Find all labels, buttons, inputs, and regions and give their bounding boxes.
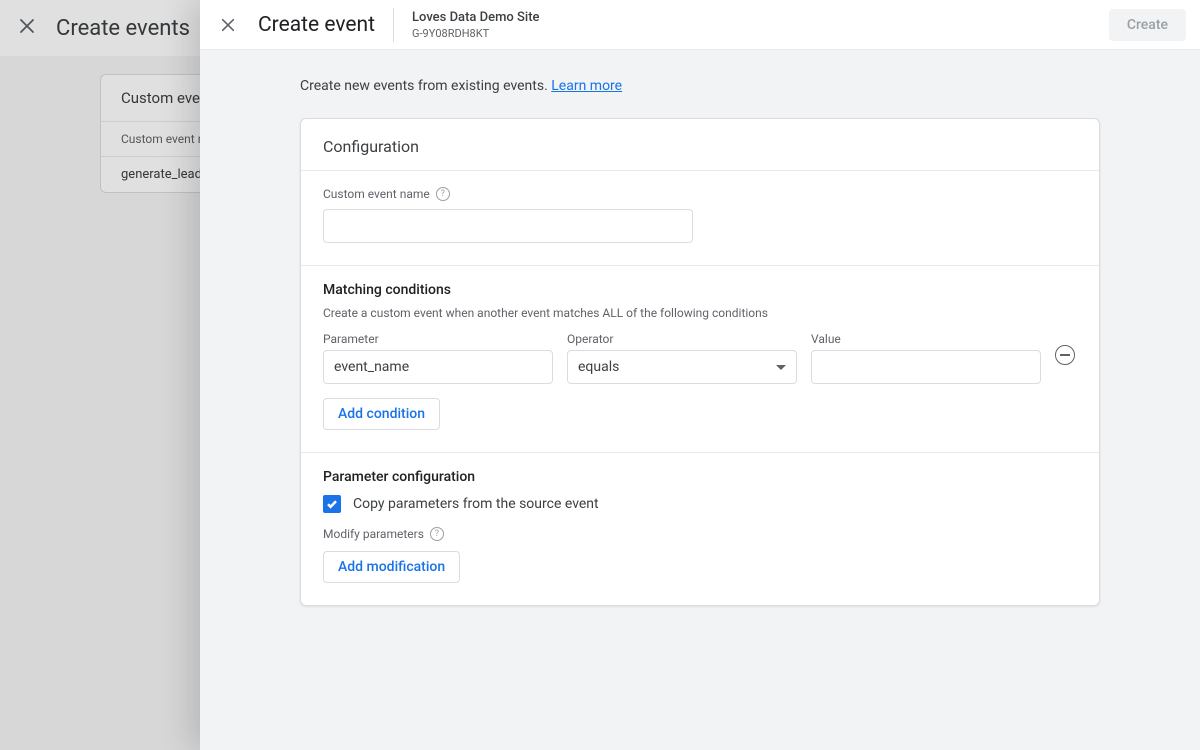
condition-row: Parameter event_name Operator equals <box>323 332 1077 384</box>
intro-plain: Create new events from existing events. <box>300 78 551 94</box>
intro-text: Create new events from existing events. … <box>300 78 1100 94</box>
modify-params-label: Modify parameters <box>323 527 424 541</box>
parameter-config-title: Parameter configuration <box>323 469 1077 485</box>
custom-event-name-label: Custom event name <box>323 187 430 201</box>
matching-conditions-section: Matching conditions Create a custom even… <box>301 266 1099 452</box>
add-modification-button[interactable]: Add modification <box>323 551 460 583</box>
create-event-panel: Create event Loves Data Demo Site G-9Y08… <box>200 0 1200 750</box>
parameter-col-label: Parameter <box>323 332 553 346</box>
modify-params-row: Modify parameters ? <box>323 527 1077 541</box>
configuration-heading: Configuration <box>301 119 1099 170</box>
parameter-input[interactable]: event_name <box>323 350 553 384</box>
configuration-card: Configuration Custom event name ? Matchi… <box>300 118 1100 606</box>
panel-title: Create event <box>258 13 393 37</box>
matching-conditions-title: Matching conditions <box>323 282 1077 298</box>
value-col-label: Value <box>811 332 1041 346</box>
custom-event-name-input[interactable] <box>323 209 693 243</box>
panel-header: Create event Loves Data Demo Site G-9Y08… <box>200 0 1200 50</box>
remove-condition-icon[interactable] <box>1055 345 1075 365</box>
operator-col-label: Operator <box>567 332 797 346</box>
copy-params-label: Copy parameters from the source event <box>353 496 599 512</box>
parameter-value: event_name <box>334 359 409 375</box>
parameter-config-section: Parameter configuration Copy parameters … <box>301 453 1099 605</box>
value-input[interactable] <box>811 350 1041 384</box>
panel-body: Create new events from existing events. … <box>200 50 1200 750</box>
operator-value: equals <box>578 359 619 375</box>
create-button[interactable]: Create <box>1109 9 1186 41</box>
panel-property-block: Loves Data Demo Site G-9Y08RDH8KT <box>393 8 539 42</box>
chevron-down-icon <box>776 365 786 370</box>
learn-more-link[interactable]: Learn more <box>551 78 622 94</box>
operator-select[interactable]: equals <box>567 350 797 384</box>
add-condition-button[interactable]: Add condition <box>323 398 440 430</box>
matching-conditions-desc: Create a custom event when another event… <box>323 306 1077 320</box>
property-id: G-9Y08RDH8KT <box>412 27 539 40</box>
custom-event-name-label-row: Custom event name ? <box>323 187 1077 201</box>
help-icon[interactable]: ? <box>436 187 450 201</box>
close-panel-button[interactable] <box>214 11 242 39</box>
help-icon[interactable]: ? <box>430 527 444 541</box>
custom-event-name-section: Custom event name ? <box>301 171 1099 265</box>
copy-params-row: Copy parameters from the source event <box>323 495 1077 513</box>
copy-params-checkbox[interactable] <box>323 495 341 513</box>
property-name: Loves Data Demo Site <box>412 10 539 25</box>
